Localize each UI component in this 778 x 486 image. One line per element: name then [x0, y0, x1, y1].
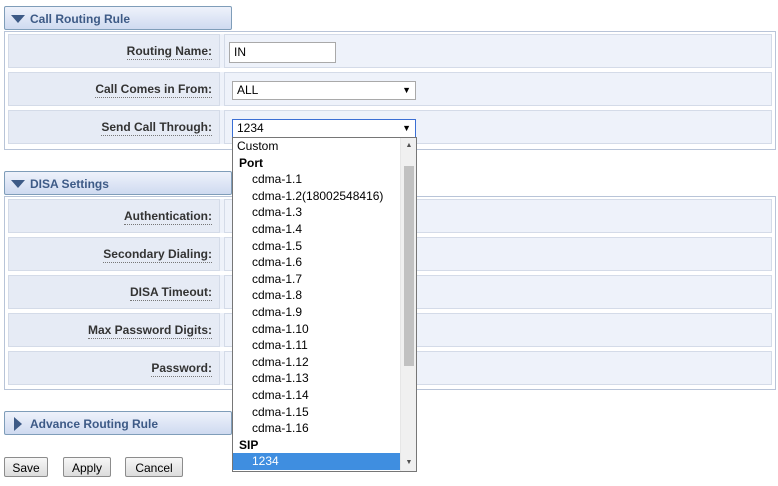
password-label: Password: — [151, 361, 212, 377]
send-call-through-label: Send Call Through: — [101, 120, 212, 136]
max-password-digits-label: Max Password Digits: — [87, 323, 212, 339]
dropdown-option[interactable]: cdma-1.1 — [233, 171, 416, 188]
authentication-label: Authentication: — [124, 209, 212, 225]
dropdown-option[interactable]: cdma-1.6 — [233, 254, 416, 271]
dropdown-option[interactable]: cdma-1.5 — [233, 238, 416, 255]
save-button[interactable]: Save — [4, 457, 48, 477]
collapse-triangle-icon — [11, 15, 25, 23]
advance-routing-rule-header[interactable]: Advance Routing Rule — [4, 411, 232, 435]
dropdown-option[interactable]: cdma-1.16 — [233, 420, 416, 437]
routing-name-input[interactable]: IN — [229, 42, 336, 63]
apply-button[interactable]: Apply — [63, 457, 111, 477]
call-comes-in-from-label: Call Comes in From: — [95, 82, 212, 98]
section-title: Call Routing Rule — [30, 12, 130, 26]
send-call-through-select[interactable]: 1234 ▼ — [232, 119, 416, 138]
dropdown-option[interactable]: cdma-1.10 — [233, 321, 416, 338]
dropdown-option[interactable]: cdma-1.12 — [233, 354, 416, 371]
dropdown-option[interactable]: cdma-1.15 — [233, 404, 416, 421]
call-comes-in-from-select[interactable]: ALL ▼ — [232, 81, 416, 100]
routing-name-label: Routing Name: — [126, 44, 212, 60]
expand-triangle-icon — [14, 417, 22, 431]
dropdown-option[interactable]: Custom — [233, 138, 416, 155]
call-comes-in-from-value: ALL — [237, 83, 259, 97]
dropdown-arrow-icon: ▼ — [402, 123, 411, 133]
send-call-through-dropdown-list[interactable]: Custom Port cdma-1.1 cdma-1.2(18002548416) c… — [232, 137, 417, 472]
scroll-up-arrow-icon[interactable]: ▲ — [401, 138, 416, 154]
section-title: Advance Routing Rule — [30, 417, 159, 431]
scrollbar-thumb[interactable] — [404, 166, 414, 366]
cancel-button[interactable]: Cancel — [125, 457, 183, 477]
disa-timeout-label: DISA Timeout: — [129, 285, 212, 301]
option-group-label: Port — [239, 155, 263, 170]
dropdown-option[interactable]: cdma-1.7 — [233, 271, 416, 288]
dropdown-option[interactable]: cdma-1.11 — [233, 337, 416, 354]
dropdown-scrollbar[interactable]: ▲ ▼ — [400, 138, 416, 471]
dropdown-option[interactable]: cdma-1.2(18002548416) — [233, 188, 416, 205]
option-group-label: SIP — [239, 437, 259, 452]
secondary-dialing-label: Secondary Dialing: — [103, 247, 212, 263]
dropdown-options: Custom Port cdma-1.1 cdma-1.2(18002548416) c… — [233, 138, 416, 470]
collapse-triangle-icon — [11, 180, 25, 188]
disa-settings-header[interactable]: DISA Settings — [4, 171, 232, 195]
dropdown-option[interactable]: cdma-1.13 — [233, 370, 416, 387]
routing-name-row: Routing Name: — [8, 34, 772, 68]
scroll-down-arrow-icon[interactable]: ▼ — [401, 455, 416, 471]
dropdown-arrow-icon: ▼ — [402, 85, 411, 95]
send-call-through-value: 1234 — [237, 121, 264, 135]
section-title: DISA Settings — [30, 177, 109, 191]
call-routing-rule-header[interactable]: Call Routing Rule — [4, 6, 232, 30]
dropdown-option[interactable]: 1234 — [233, 453, 416, 470]
dropdown-option[interactable]: cdma-1.4 — [233, 221, 416, 238]
dropdown-option[interactable]: cdma-1.3 — [233, 204, 416, 221]
dropdown-option[interactable]: cdma-1.9 — [233, 304, 416, 321]
dropdown-option[interactable]: cdma-1.14 — [233, 387, 416, 404]
dropdown-option[interactable]: cdma-1.8 — [233, 287, 416, 304]
